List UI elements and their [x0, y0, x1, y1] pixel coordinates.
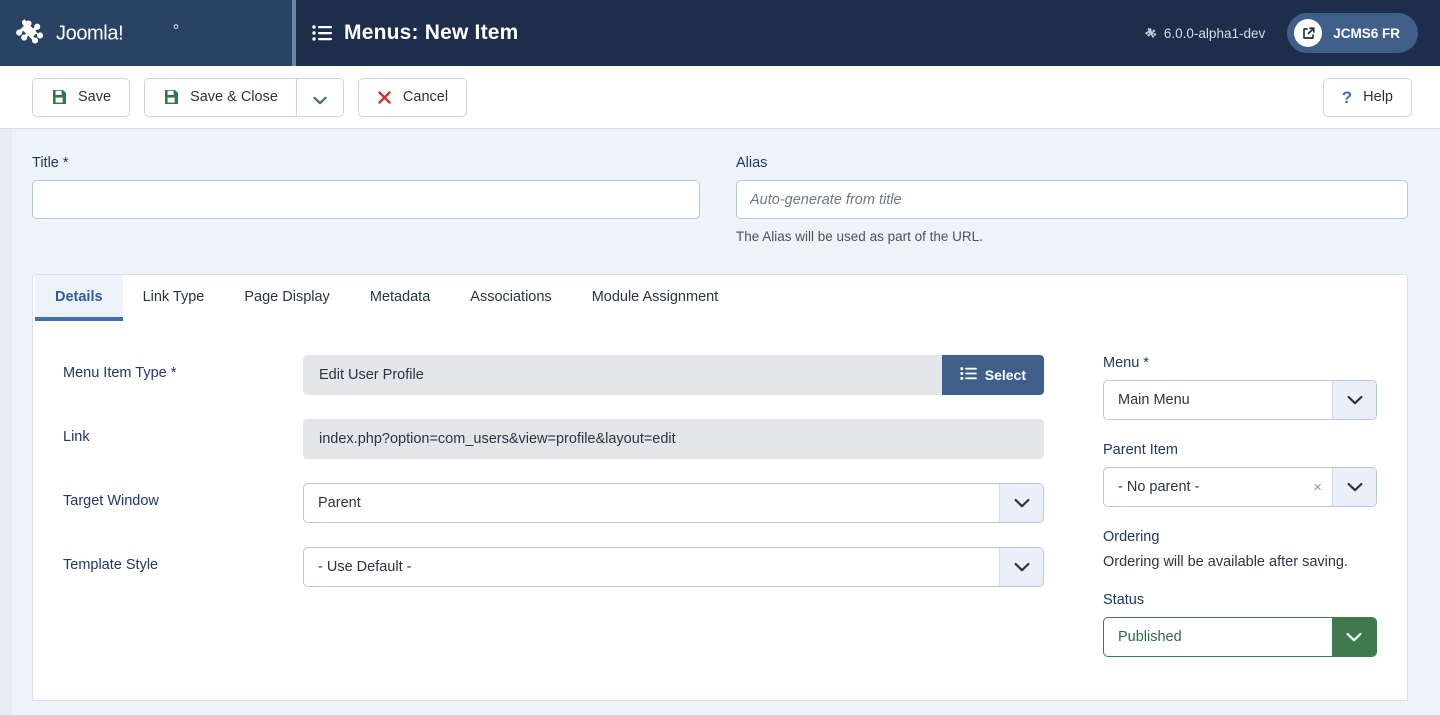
header-right-group: 6.0.0-alpha1-dev JCMS6 FR — [1145, 13, 1418, 53]
details-side-column: Menu * Main Menu Parent Item — [1075, 355, 1377, 690]
chevron-down-icon — [999, 548, 1043, 586]
title-alias-row: Title * Alias The Alias will be used as … — [32, 155, 1408, 244]
status-label: Status — [1103, 592, 1377, 608]
app-header: Joomla! Menus: New Item — [0, 0, 1440, 66]
title-label: Title * — [32, 155, 700, 171]
menu-item-type-label: Menu Item Type * — [63, 355, 303, 381]
chevron-down-icon — [313, 93, 327, 102]
floppy-disk-icon — [51, 89, 67, 105]
close-x-icon — [377, 90, 392, 105]
external-link-icon — [1294, 19, 1322, 47]
parent-item-value: - No parent - — [1104, 468, 1303, 506]
link-field: index.php?option=com_users&view=profile&… — [303, 419, 1075, 459]
menu-field-group: Menu * Main Menu — [1103, 355, 1377, 420]
save-button[interactable]: Save — [32, 78, 130, 117]
title-field-group: Title * — [32, 155, 736, 244]
status-select[interactable]: Published — [1103, 617, 1377, 657]
save-options-dropdown-button[interactable] — [296, 78, 344, 117]
target-window-select[interactable]: Parent — [303, 483, 1044, 523]
ordering-field-group: Ordering Ordering will be available afte… — [1103, 529, 1377, 570]
details-panel: Menu Item Type * Edit User Profile — [32, 321, 1408, 701]
save-and-close-button[interactable]: Save & Close — [144, 78, 296, 117]
link-row: Link index.php?option=com_users&view=pro… — [63, 419, 1075, 459]
clear-x-icon[interactable]: × — [1303, 468, 1332, 506]
menu-item-type-row: Menu Item Type * Edit User Profile — [63, 355, 1075, 395]
page-body: Title * Alias The Alias will be used as … — [0, 129, 1440, 715]
chevron-down-icon — [999, 484, 1043, 522]
joomla-logo-icon — [14, 16, 48, 50]
alias-input[interactable] — [736, 180, 1408, 219]
question-mark-icon: ? — [1342, 89, 1352, 106]
menu-item-type-control: Edit User Profile — [303, 355, 1044, 395]
parent-item-select[interactable]: - No parent - × — [1103, 467, 1377, 507]
version-label: 6.0.0-alpha1-dev — [1164, 26, 1265, 41]
joomla-wordmark: Joomla! — [56, 21, 184, 45]
cancel-button-label: Cancel — [403, 89, 448, 105]
content-area: Title * Alias The Alias will be used as … — [0, 129, 1440, 701]
details-main-column: Menu Item Type * Edit User Profile — [63, 355, 1075, 690]
help-button-label: Help — [1363, 89, 1393, 105]
template-style-label: Template Style — [63, 547, 303, 573]
parent-item-label: Parent Item — [1103, 442, 1377, 458]
alias-help-text: The Alias will be used as part of the UR… — [736, 229, 1408, 244]
tab-module-assignment[interactable]: Module Assignment — [572, 275, 739, 321]
menu-select[interactable]: Main Menu — [1103, 380, 1377, 420]
site-button-label: JCMS6 FR — [1333, 26, 1400, 41]
link-label: Link — [63, 419, 303, 445]
status-value: Published — [1104, 618, 1332, 656]
list-icon — [960, 367, 977, 383]
floppy-disk-icon — [163, 89, 179, 105]
save-and-close-group: Save & Close — [144, 78, 344, 117]
tab-associations[interactable]: Associations — [450, 275, 571, 321]
tab-list: Details Link Type Page Display Metadata … — [32, 274, 1408, 321]
joomla-mark-icon — [1145, 27, 1158, 40]
status-field-group: Status Published — [1103, 592, 1377, 657]
chevron-down-icon — [1332, 468, 1376, 506]
cancel-button[interactable]: Cancel — [358, 78, 467, 117]
ordering-note: Ordering will be available after saving. — [1103, 554, 1377, 570]
version-indicator: 6.0.0-alpha1-dev — [1145, 26, 1265, 41]
parent-item-field-group: Parent Item - No parent - × — [1103, 442, 1377, 507]
tab-link-type[interactable]: Link Type — [123, 275, 225, 321]
template-style-field: - Use Default - — [303, 547, 1075, 587]
chevron-down-icon — [1332, 381, 1376, 419]
tab-details[interactable]: Details — [35, 275, 123, 321]
ordering-label: Ordering — [1103, 529, 1377, 545]
save-and-close-label: Save & Close — [190, 89, 278, 105]
template-style-select[interactable]: - Use Default - — [303, 547, 1044, 587]
menu-value: Main Menu — [1104, 381, 1332, 419]
save-button-label: Save — [78, 89, 111, 105]
tab-metadata[interactable]: Metadata — [350, 275, 450, 321]
title-input[interactable] — [32, 180, 700, 219]
visit-site-button[interactable]: JCMS6 FR — [1287, 13, 1418, 53]
select-button-label: Select — [985, 367, 1026, 383]
toolbar: Save Save & Close — [0, 66, 1440, 129]
target-window-label: Target Window — [63, 483, 303, 509]
list-icon — [312, 25, 332, 41]
page-title: Menus: New Item — [344, 21, 519, 45]
header-bar: Menus: New Item 6.0.0-alpha1-dev JCMS6 F… — [292, 0, 1440, 66]
menu-label: Menu * — [1103, 355, 1377, 371]
alias-label: Alias — [736, 155, 1408, 171]
chevron-down-icon — [1332, 618, 1376, 656]
link-value: index.php?option=com_users&view=profile&… — [303, 419, 1044, 459]
tab-page-display[interactable]: Page Display — [224, 275, 349, 321]
svg-text:Joomla!: Joomla! — [56, 22, 123, 44]
help-button[interactable]: ? Help — [1323, 78, 1412, 117]
template-style-row: Template Style - Use Default - — [63, 547, 1075, 587]
menu-item-type-field: Edit User Profile — [303, 355, 1075, 395]
menu-item-type-value: Edit User Profile — [303, 355, 942, 395]
select-menu-item-type-button[interactable]: Select — [942, 355, 1044, 395]
alias-field-group: Alias The Alias will be used as part of … — [736, 155, 1408, 244]
page-title-group: Menus: New Item — [312, 21, 519, 45]
target-window-row: Target Window Parent — [63, 483, 1075, 523]
target-window-field: Parent — [303, 483, 1075, 523]
tabs-section: Details Link Type Page Display Metadata … — [32, 274, 1408, 701]
brand-area[interactable]: Joomla! — [0, 0, 292, 66]
template-style-value: - Use Default - — [304, 548, 999, 586]
sidebar-rail — [0, 129, 12, 715]
target-window-value: Parent — [304, 484, 999, 522]
